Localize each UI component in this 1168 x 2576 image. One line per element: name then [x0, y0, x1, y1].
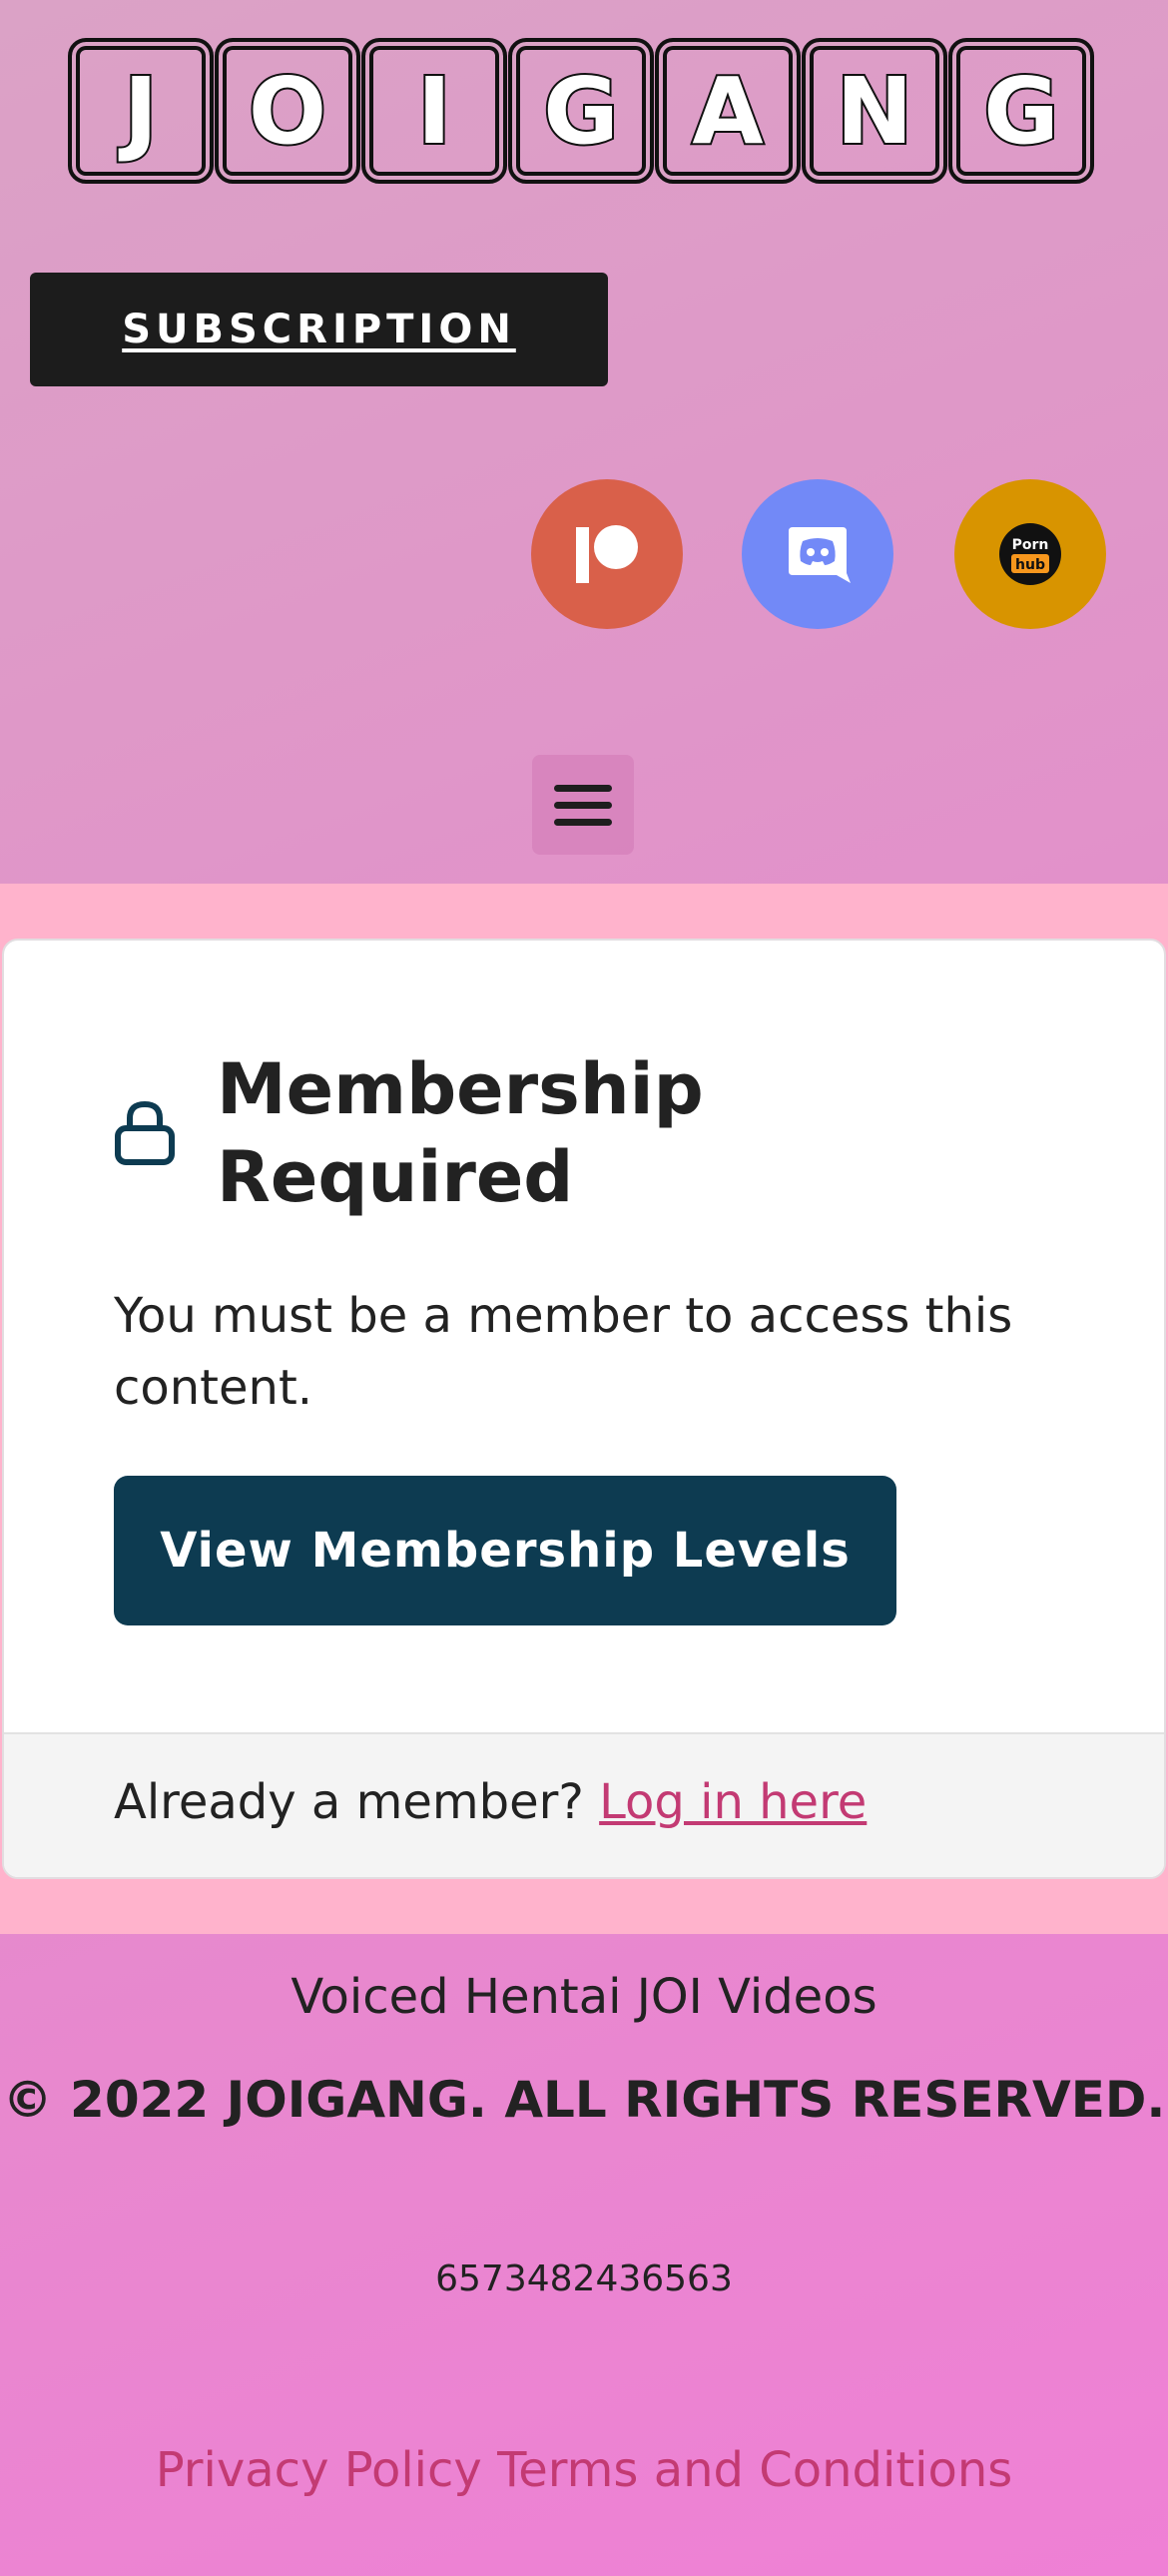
- hamburger-bar: [554, 801, 612, 809]
- hamburger-menu-button[interactable]: [532, 755, 634, 855]
- login-prompt-text: Already a member?: [114, 1774, 584, 1830]
- membership-card: Membership Required You must be a member…: [2, 939, 1166, 1879]
- footer-copyright: © 2022 JOIGANG. ALL RIGHTS RESERVED.: [2, 2071, 1166, 2129]
- pornhub-link[interactable]: Porn hub: [954, 479, 1106, 629]
- card-footer: Already a member? Log in here: [4, 1732, 1164, 1877]
- logo-letter: G: [508, 38, 654, 184]
- pornhub-icon: Porn hub: [999, 523, 1061, 585]
- hamburger-bar: [554, 818, 612, 826]
- patreon-icon: [576, 525, 638, 583]
- logo-letter: A: [655, 38, 801, 184]
- privacy-policy-link[interactable]: Privacy Policy: [156, 2442, 482, 2498]
- pornhub-text-bottom: hub: [1015, 557, 1045, 573]
- patreon-link[interactable]: [531, 479, 683, 629]
- lock-icon: [115, 1100, 175, 1165]
- login-link[interactable]: Log in here: [599, 1774, 867, 1830]
- hamburger-menu-icon: [554, 784, 612, 792]
- site-header: J O I G A N G SUBSCRIPTION Porn hub: [0, 0, 1168, 884]
- logo-letter: J: [68, 38, 214, 184]
- subscription-button[interactable]: SUBSCRIPTION: [30, 273, 608, 386]
- discord-link[interactable]: [742, 479, 893, 629]
- view-membership-levels-button[interactable]: View Membership Levels: [114, 1476, 896, 1625]
- logo-letter: O: [215, 38, 360, 184]
- logo-letter: G: [948, 38, 1094, 184]
- logo-letter: I: [361, 38, 507, 184]
- logo-letter: N: [802, 38, 947, 184]
- card-message: You must be a member to access this cont…: [114, 1288, 1013, 1416]
- site-logo[interactable]: J O I G A N G: [68, 38, 1095, 184]
- footer-links: Privacy Policy Terms and Conditions: [0, 2442, 1168, 2498]
- footer-tagline: Voiced Hentai JOI Videos: [291, 1969, 877, 2025]
- terms-link[interactable]: Terms and Conditions: [497, 2442, 1012, 2498]
- footer-number: 6573482436563: [435, 2258, 733, 2299]
- pornhub-text-top: Porn: [1012, 537, 1049, 553]
- card-title: Membership Required: [217, 1048, 704, 1218]
- login-prompt: Already a member? Log in here: [114, 1774, 867, 1830]
- discord-icon: [789, 527, 851, 583]
